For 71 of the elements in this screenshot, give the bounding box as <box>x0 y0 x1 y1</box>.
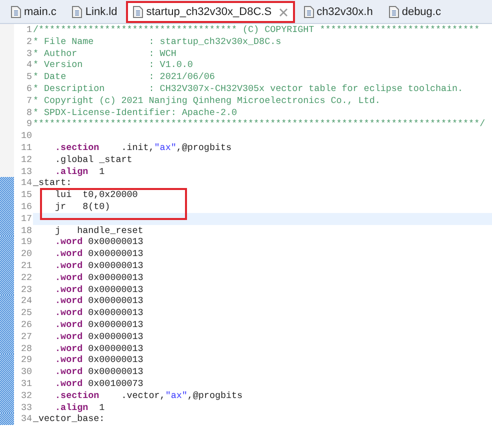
line-number: 14 <box>20 177 32 188</box>
code-line: * Author : WCH <box>33 48 176 59</box>
code-line: .word 0x00000013 <box>55 284 144 295</box>
code-line: .word 0x00000013 <box>55 354 144 366</box>
line-number: 26 <box>20 318 32 330</box>
line-number: 23 <box>20 284 32 295</box>
line-number: 7 <box>26 94 32 106</box>
line-number: 12 <box>20 154 32 165</box>
line-number: 24 <box>20 295 32 306</box>
line-number: 17 <box>20 212 32 224</box>
line-number: 8 <box>26 106 32 118</box>
line-number: 30 <box>20 366 32 378</box>
code-line: .word 0x00000013 <box>55 366 144 378</box>
code-line: .word 0x00000013 <box>55 318 144 330</box>
code-line: .global _start <box>55 154 132 165</box>
editor-tab[interactable]: startup_ch32v30x_D8C.S <box>126 1 295 23</box>
line-number: 27 <box>20 330 32 342</box>
code-line: .word 0x00100073 <box>55 378 144 389</box>
code-line: .word 0x00000013 <box>55 330 144 342</box>
code-line: * Version : V1.0.0 <box>33 59 193 70</box>
line-number: 20 <box>20 248 32 260</box>
line-number: 18 <box>20 224 32 236</box>
editor-tab[interactable]: main.c <box>4 1 64 23</box>
line-number: 29 <box>20 354 32 366</box>
code-line: .section .vector,"ax",@progbits <box>55 390 243 401</box>
code-line: .word 0x00000013 <box>55 272 144 283</box>
line-number: 22 <box>20 272 32 283</box>
code-line: .align 1 <box>55 166 105 177</box>
line-number: 15 <box>20 189 32 200</box>
code-line: lui t0,0x20000 <box>55 189 138 200</box>
line-number: 4 <box>26 59 32 70</box>
code-line: _vector_base: <box>33 413 105 424</box>
code-line: _start: <box>33 177 72 188</box>
code-line: jr 8(t0) <box>55 200 110 212</box>
code-line: .word 0x00000013 <box>55 307 144 318</box>
code-line: *********************************************************************************/ <box>33 118 486 130</box>
line-number: 6 <box>26 82 32 94</box>
line-number: 16 <box>20 200 32 212</box>
line-number: 25 <box>20 307 32 318</box>
code-line: * Description : CH32V307x-CH32V305x vector table for eclipse toolchain. <box>33 82 464 94</box>
code-line: j handle_reset <box>55 224 144 236</box>
line-number: 3 <box>26 48 32 59</box>
code-line: .section .init,"ax",@progbits <box>55 142 232 153</box>
line-number: 33 <box>20 402 32 412</box>
code-line: * Date : 2021/06/06 <box>33 71 215 82</box>
code-line: * Copyright (c) 2021 Nanjing Qinheng Microelectronics Co., Ltd. <box>33 94 380 106</box>
line-number: 31 <box>20 378 32 389</box>
code-line: .word 0x00000013 <box>55 295 144 306</box>
line-number: 1 <box>26 24 32 35</box>
code-line: .word 0x00000013 <box>55 248 144 260</box>
line-number: 9 <box>26 118 32 130</box>
line-number: 21 <box>20 260 32 271</box>
line-number: 28 <box>20 342 32 354</box>
line-number: 2 <box>26 36 32 47</box>
line-number: 13 <box>20 166 32 177</box>
editor-tab[interactable]: debug.c <box>382 1 448 23</box>
line-number: 10 <box>20 130 32 142</box>
code-line: /************************************ (C) COPYRIGHT ***************************** <box>33 24 480 35</box>
code-line: * File Name : startup_ch32v30x_D8C.s <box>33 36 282 47</box>
editor-tab[interactable]: ch32v30x.h <box>296 1 380 23</box>
code-line: * SPDX-License-Identifier: Apache-2.0 <box>33 106 237 118</box>
code-line: .word 0x00000013 <box>55 236 144 248</box>
line-number: 11 <box>20 142 32 153</box>
line-number: 34 <box>20 413 32 424</box>
code-line: .word 0x00000013 <box>55 260 144 271</box>
editor-tab[interactable]: Link.ld <box>65 1 124 23</box>
line-number: 19 <box>20 236 32 248</box>
code-line: .word 0x00000013 <box>55 342 144 354</box>
line-number: 5 <box>26 71 32 82</box>
code-line: .align 1 <box>55 402 105 412</box>
line-number: 32 <box>20 390 32 401</box>
